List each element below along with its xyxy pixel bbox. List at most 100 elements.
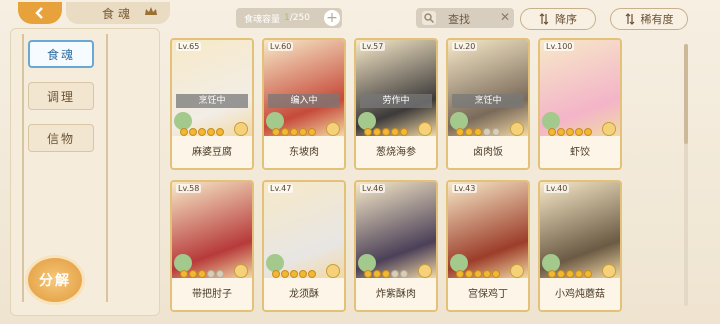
decompose-label: 分解	[39, 273, 71, 289]
card-name: 宫保鸡丁	[448, 280, 528, 310]
star-icon	[465, 270, 473, 278]
capacity-indicator: 食魂容量 1 / 250 +	[236, 8, 342, 28]
tab-tokens[interactable]: 信物	[28, 124, 94, 152]
back-arrow-icon	[35, 7, 43, 19]
food-soul-card[interactable]: Lv.65 烹饪中 麻婆豆腐	[170, 38, 254, 170]
star-icon	[180, 128, 188, 136]
element-icon	[234, 122, 248, 136]
card-grid: Lv.65 烹饪中 麻婆豆腐 Lv.60 编入中 东坡肉 Lv.57 劳作中 葱烧海参 Lv.20…	[162, 32, 682, 324]
search-icon	[422, 11, 436, 25]
sort-order-button[interactable]: 降序	[520, 8, 596, 30]
card-level: Lv.43	[452, 184, 478, 193]
star-icon	[189, 270, 197, 278]
card-name: 虾饺	[540, 138, 620, 168]
food-soul-card[interactable]: Lv.58 带把肘子	[170, 180, 254, 312]
food-soul-card[interactable]: Lv.57 劳作中 葱烧海参	[354, 38, 438, 170]
star-icon	[364, 128, 372, 136]
card-level: Lv.20	[452, 42, 478, 51]
star-icon	[272, 128, 280, 136]
search-label: 查找	[448, 13, 470, 26]
sort-field-label: 稀有度	[640, 13, 674, 26]
star-icon	[548, 128, 556, 136]
sort-field-button[interactable]: 稀有度	[610, 8, 688, 30]
star-icon	[557, 128, 565, 136]
star-icon	[272, 270, 280, 278]
card-grid-scrollbar[interactable]	[684, 44, 688, 306]
star-icon	[198, 128, 206, 136]
star-rating	[548, 270, 592, 278]
star-icon	[198, 270, 206, 278]
card-level: Lv.65	[176, 42, 202, 51]
capacity-total: 250	[292, 13, 310, 23]
card-status: 烹饪中	[176, 94, 248, 108]
star-icon	[308, 128, 316, 136]
food-soul-card[interactable]: Lv.40 小鸡炖蘑菇	[538, 180, 622, 312]
card-status: 编入中	[268, 94, 340, 108]
star-icon	[483, 270, 491, 278]
star-icon	[373, 128, 381, 136]
star-icon	[400, 128, 408, 136]
card-name: 葱烧海参	[356, 138, 436, 168]
star-icon	[373, 270, 381, 278]
scrollbar-thumb[interactable]	[684, 44, 688, 144]
card-name: 卤肉饭	[448, 138, 528, 168]
element-icon	[602, 264, 616, 278]
star-rating	[456, 270, 500, 278]
element-icon	[602, 122, 616, 136]
star-icon	[400, 270, 408, 278]
star-rating	[456, 128, 500, 136]
food-soul-card[interactable]: Lv.47 龙须酥	[262, 180, 346, 312]
star-icon	[465, 128, 473, 136]
element-icon	[510, 264, 524, 278]
star-icon	[207, 270, 215, 278]
search-clear-button[interactable]: ✕	[500, 10, 510, 24]
card-level: Lv.40	[544, 184, 570, 193]
decompose-button[interactable]: 分解	[28, 258, 82, 302]
star-icon	[474, 270, 482, 278]
star-rating	[180, 128, 224, 136]
star-icon	[216, 128, 224, 136]
food-soul-card[interactable]: Lv.60 编入中 东坡肉	[262, 38, 346, 170]
star-icon	[584, 270, 592, 278]
star-icon	[207, 128, 215, 136]
card-name: 带把肘子	[172, 280, 252, 310]
back-button[interactable]	[18, 2, 62, 24]
sort-arrows-icon	[539, 13, 549, 25]
card-name: 龙须酥	[264, 280, 344, 310]
card-level: Lv.46	[360, 184, 386, 193]
star-icon	[456, 270, 464, 278]
card-name: 小鸡炖蘑菇	[540, 280, 620, 310]
star-icon	[299, 128, 307, 136]
star-icon	[492, 270, 500, 278]
star-icon	[382, 128, 390, 136]
tab-cooking-label: 调理	[46, 89, 75, 104]
card-status: 劳作中	[360, 94, 432, 108]
search-box[interactable]: 查找 ✕	[416, 8, 514, 28]
star-rating	[180, 270, 224, 278]
star-icon	[290, 270, 298, 278]
food-soul-card[interactable]: Lv.100 虾饺	[538, 38, 622, 170]
food-soul-card[interactable]: Lv.20 烹饪中 卤肉饭	[446, 38, 530, 170]
element-icon	[326, 264, 340, 278]
card-level: Lv.47	[268, 184, 294, 193]
star-rating	[272, 270, 316, 278]
star-icon	[216, 270, 224, 278]
star-icon	[548, 270, 556, 278]
star-icon	[290, 128, 298, 136]
capacity-add-button[interactable]: +	[324, 10, 340, 26]
tab-tokens-label: 信物	[46, 131, 75, 146]
tab-food-souls-label: 食魂	[46, 47, 75, 62]
tab-food-souls[interactable]: 食魂	[28, 40, 94, 68]
star-rating	[272, 128, 316, 136]
star-icon	[492, 128, 500, 136]
card-level: Lv.100	[544, 42, 575, 51]
food-soul-card[interactable]: Lv.43 宫保鸡丁	[446, 180, 530, 312]
star-icon	[566, 270, 574, 278]
element-icon	[418, 264, 432, 278]
star-icon	[557, 270, 565, 278]
star-icon	[575, 270, 583, 278]
sort-arrows-icon	[625, 13, 634, 25]
tab-cooking[interactable]: 调理	[28, 82, 94, 110]
star-icon	[382, 270, 390, 278]
food-soul-card[interactable]: Lv.46 炸紫酥肉	[354, 180, 438, 312]
